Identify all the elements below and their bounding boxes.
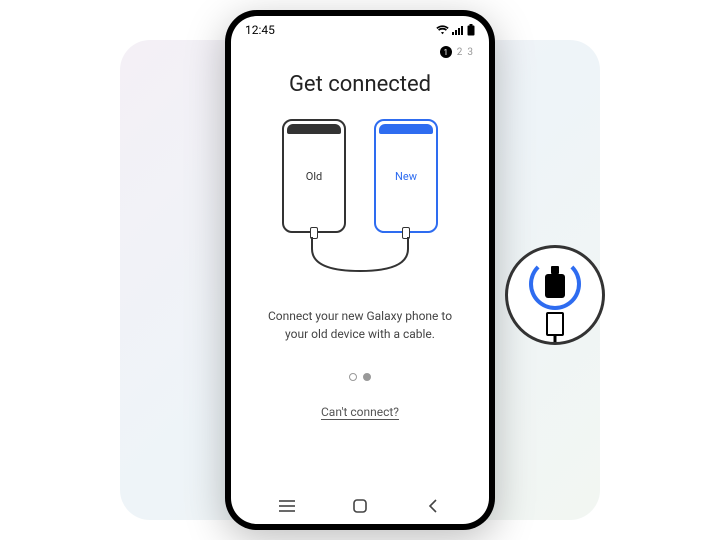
- status-time: 12:45: [245, 23, 275, 37]
- old-phone-illustration: Old: [282, 119, 346, 233]
- cant-connect-link[interactable]: Can't connect?: [231, 405, 489, 419]
- nav-back-button[interactable]: [413, 498, 453, 514]
- page-title: Get connected: [231, 72, 489, 97]
- connection-diagram: Old New: [260, 119, 460, 289]
- signal-icon: [452, 25, 464, 35]
- nav-recents-button[interactable]: [267, 499, 307, 513]
- page-dots[interactable]: [231, 373, 489, 381]
- step-3: 3: [467, 47, 473, 58]
- wifi-icon: [436, 25, 449, 35]
- zoom-connector-bubble: [505, 245, 605, 345]
- status-bar: 12:45: [231, 16, 489, 44]
- cable-illustration: [282, 237, 438, 279]
- phone-screen: 12:45 1 2 3 Get connected Old: [231, 16, 489, 524]
- usb-plug-icon: [546, 312, 564, 336]
- dot-2[interactable]: [363, 373, 371, 381]
- instruction-text: Connect your new Galaxy phone to your ol…: [251, 307, 469, 343]
- step-2: 2: [457, 47, 463, 58]
- phone-frame: 12:45 1 2 3 Get connected Old: [225, 10, 495, 530]
- new-phone-illustration: New: [374, 119, 438, 233]
- step-indicator: 1 2 3: [231, 44, 489, 58]
- nav-home-button[interactable]: [340, 498, 380, 514]
- step-current: 1: [440, 46, 452, 58]
- old-phone-label: Old: [306, 170, 322, 183]
- android-navbar: [231, 488, 489, 524]
- dot-1[interactable]: [349, 373, 357, 381]
- new-phone-label: New: [395, 170, 417, 183]
- battery-icon: [467, 24, 475, 36]
- usb-adapter-icon: [545, 274, 565, 298]
- status-icons: [436, 24, 475, 36]
